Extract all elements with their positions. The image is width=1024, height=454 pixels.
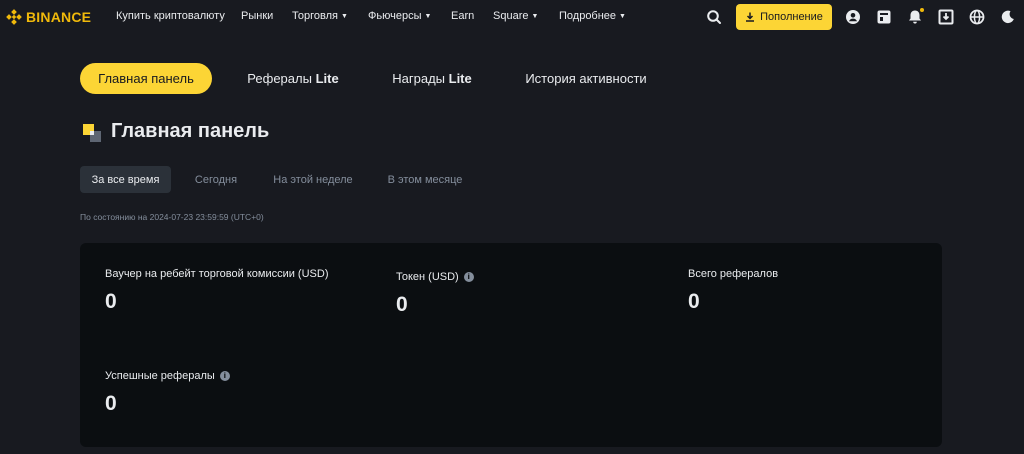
stat-label-wrap: Токен (USD) i — [396, 271, 474, 283]
nav-more[interactable]: Подробнее ▼ — [559, 10, 626, 22]
stat-value: 0 — [105, 392, 117, 415]
stat-commission-voucher: Ваучер на ребейт торговой комиссии (USD)… — [105, 268, 328, 314]
tab-label: Рефералы — [247, 71, 312, 86]
period-all-time[interactable]: За все время — [80, 166, 171, 193]
stat-label: Ваучер на ребейт торговой комиссии (USD) — [105, 268, 329, 280]
notification-dot — [920, 8, 924, 12]
nav-label: Торговля — [292, 10, 338, 22]
stat-token-usd: Токен (USD) i 0 — [396, 271, 474, 317]
nav-earn[interactable]: Earn — [451, 10, 474, 22]
period-label: Сегодня — [194, 173, 238, 186]
stat-value: 0 — [688, 290, 700, 313]
binance-logo[interactable]: BINANCE — [6, 9, 91, 25]
tab-label: Награды — [392, 71, 445, 86]
as-of-timestamp: По состоянию на 2024-07-23 23:59:59 (UTC… — [80, 212, 264, 222]
deposit-button[interactable]: Пополнение — [736, 4, 832, 30]
stat-value: 0 — [396, 293, 408, 316]
stat-label-wrap: Успешные рефералы i — [105, 370, 230, 382]
period-label: В этом месяце — [387, 173, 463, 186]
nav-buy-crypto[interactable]: Купить криптовалюту — [116, 10, 225, 22]
tab-rewards-lite[interactable]: Награды Lite — [380, 63, 484, 94]
period-today[interactable]: Сегодня — [184, 166, 248, 193]
binance-logo-icon — [6, 9, 22, 25]
period-label: На этой неделе — [273, 173, 353, 186]
search-icon[interactable] — [706, 9, 722, 25]
nav-label: Earn — [451, 10, 475, 22]
stat-label-wrap: Ваучер на ребейт торговой комиссии (USD) — [105, 268, 328, 280]
nav-label: Фьючерсы — [368, 10, 422, 22]
nav-label: Купить криптовалюту — [116, 10, 225, 22]
download-icon — [746, 12, 755, 22]
bell-icon[interactable] — [907, 8, 924, 25]
tab-label: История активности — [525, 71, 647, 86]
dashboard-icon — [83, 123, 101, 142]
tab-suffix: Lite — [448, 71, 472, 86]
stat-value: 0 — [105, 290, 117, 313]
moon-icon[interactable] — [1000, 9, 1016, 25]
stat-label: Успешные рефералы — [105, 370, 215, 382]
logo-text: BINANCE — [26, 9, 92, 25]
orders-icon[interactable] — [876, 9, 892, 25]
user-icon[interactable] — [845, 9, 861, 25]
period-label: За все время — [91, 173, 160, 186]
chevron-down-icon: ▼ — [424, 12, 432, 20]
nav-trade[interactable]: Торговля ▼ — [292, 10, 348, 22]
nav-futures[interactable]: Фьючерсы ▼ — [368, 10, 431, 22]
nav-label: Square — [493, 10, 529, 22]
stat-label: Всего рефералов — [688, 268, 779, 280]
period-this-week[interactable]: На этой неделе — [264, 166, 362, 193]
tab-referrals-lite[interactable]: Рефералы Lite — [236, 63, 350, 94]
chevron-down-icon: ▼ — [340, 12, 348, 20]
page-title: Главная панель — [111, 120, 270, 142]
stat-label: Токен (USD) — [396, 271, 459, 283]
info-icon[interactable]: i — [219, 371, 230, 381]
download-app-icon[interactable] — [938, 9, 954, 25]
nav-label: Подробнее — [559, 10, 617, 22]
nav-square[interactable]: Square ▼ — [493, 10, 538, 22]
info-icon[interactable]: i — [463, 272, 474, 282]
tab-label: Главная панель — [98, 71, 194, 86]
stat-total-referrals: Всего рефералов 0 — [688, 268, 778, 314]
stats-card: Ваучер на ребейт торговой комиссии (USD)… — [80, 243, 942, 447]
chevron-down-icon: ▼ — [531, 12, 539, 20]
top-navigation-bar: BINANCE Купить криптовалюту Рынки Торгов… — [0, 0, 1024, 34]
chevron-down-icon: ▼ — [619, 12, 626, 20]
stat-successful-referrals: Успешные рефералы i 0 — [105, 370, 230, 416]
globe-icon[interactable] — [969, 9, 985, 25]
tab-activity-history[interactable]: История активности — [514, 63, 658, 94]
page-header: Главная панель — [82, 120, 269, 143]
tab-dashboard[interactable]: Главная панель — [80, 63, 212, 94]
stat-label-wrap: Всего рефералов — [688, 268, 778, 280]
period-this-month[interactable]: В этом месяце — [378, 166, 472, 193]
nav-markets[interactable]: Рынки — [241, 10, 273, 22]
deposit-label: Пополнение — [760, 11, 823, 23]
tab-suffix: Lite — [315, 71, 339, 86]
nav-label: Рынки — [241, 10, 274, 22]
